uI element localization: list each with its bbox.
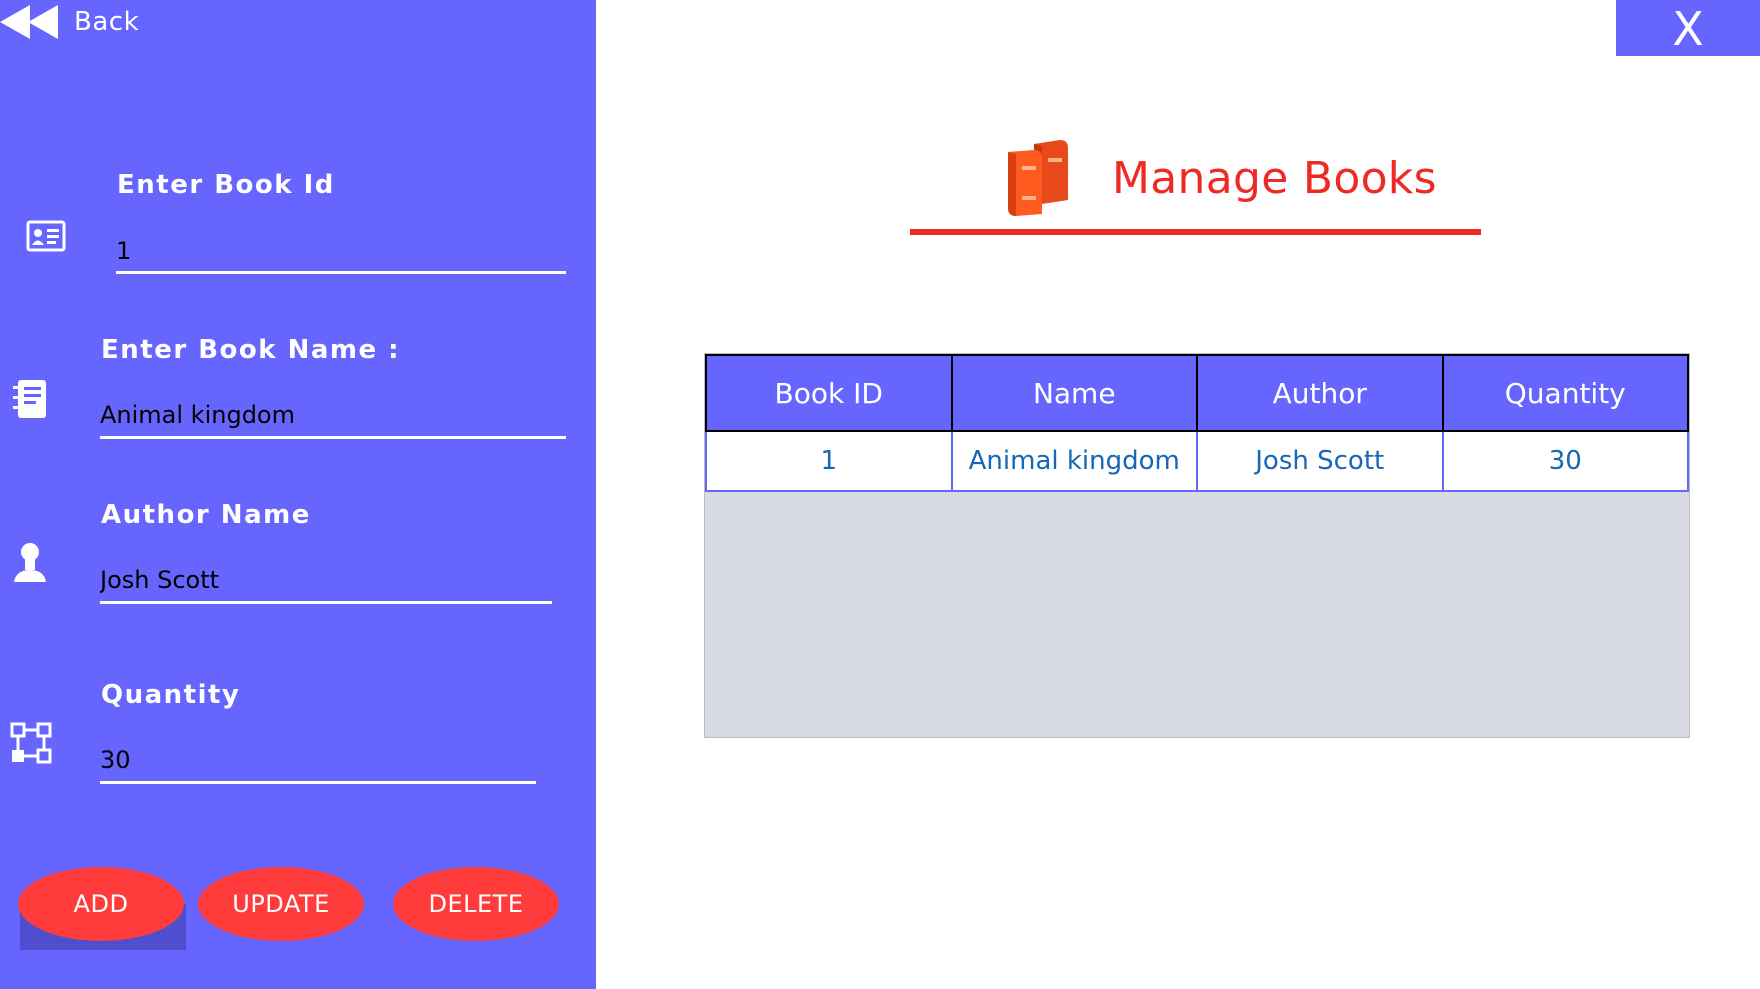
table-header-row: Book ID Name Author Quantity [705, 354, 1689, 432]
books-icon [1008, 140, 1068, 216]
user-icon [14, 543, 46, 582]
author-input[interactable] [100, 564, 552, 604]
id-card-icon [26, 220, 66, 252]
title-underline [910, 229, 1481, 235]
quantity-input[interactable] [100, 744, 536, 784]
page-title: Manage Books [1112, 152, 1437, 204]
book-id-input[interactable] [116, 236, 566, 274]
books-table: Book ID Name Author Quantity 1 Animal ki… [705, 354, 1689, 492]
table-row[interactable]: 1 Animal kingdom Josh Scott 30 [705, 430, 1689, 492]
book-id-label: Enter Book Id [117, 170, 335, 200]
cell-author[interactable]: Josh Scott [1196, 430, 1444, 492]
book-name-input[interactable] [100, 400, 566, 439]
books-table-area: Book ID Name Author Quantity 1 Animal ki… [704, 353, 1690, 738]
network-icon [10, 722, 52, 764]
back-label: Back [74, 7, 140, 37]
cell-quantity[interactable]: 30 [1441, 430, 1689, 492]
update-button[interactable]: UPDATE [198, 867, 364, 941]
page-header: Manage Books [1004, 138, 1437, 218]
add-button[interactable]: ADD [18, 867, 184, 941]
quantity-label: Quantity [101, 680, 241, 710]
notebook-icon [13, 380, 46, 418]
cell-book-id[interactable]: 1 [705, 430, 953, 492]
column-header-author[interactable]: Author [1196, 354, 1444, 432]
author-label: Author Name [101, 500, 311, 530]
column-header-book-id[interactable]: Book ID [705, 354, 953, 432]
delete-button[interactable]: DELETE [393, 867, 559, 941]
back-button[interactable]: Back [0, 4, 139, 40]
rewind-icon [0, 5, 58, 39]
column-header-quantity[interactable]: Quantity [1441, 354, 1689, 432]
cell-name[interactable]: Animal kingdom [950, 430, 1198, 492]
book-name-label: Enter Book Name : [101, 335, 401, 365]
form-panel: Back Enter Book Id Enter Book Name : Aut… [0, 0, 596, 989]
column-header-name[interactable]: Name [950, 354, 1198, 432]
close-button[interactable]: X [1616, 0, 1760, 56]
